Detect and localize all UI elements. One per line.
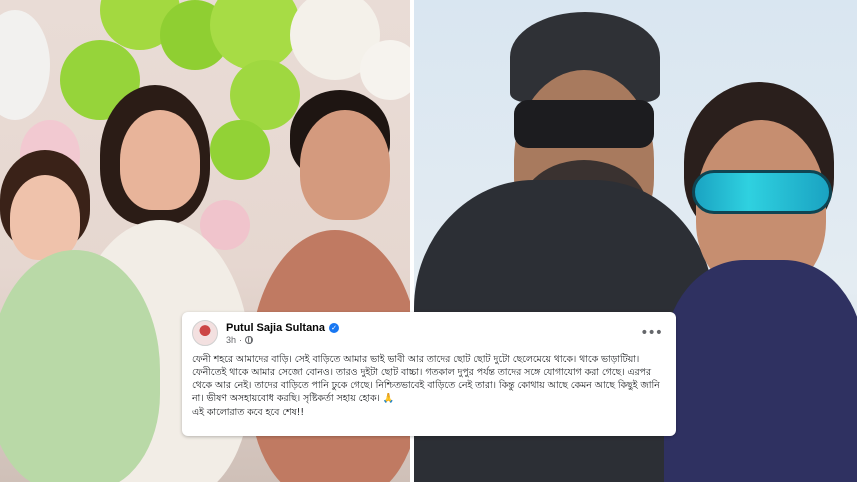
man-sunglasses [514, 100, 654, 148]
more-options-icon[interactable]: ••• [636, 326, 666, 340]
author-name[interactable]: Putul Sajia Sultana [226, 322, 325, 334]
child-hoodie [664, 260, 857, 482]
verified-badge-icon: ✓ [329, 322, 340, 333]
balloon-white [0, 10, 50, 120]
post-meta: 3h · [226, 335, 636, 345]
meta-separator: · [239, 334, 243, 345]
author-block: Putul Sajia Sultana ✓ 3h · [226, 322, 636, 345]
child-mirror-sunglasses [692, 170, 832, 214]
woman-face [120, 110, 200, 210]
balloon-green [210, 0, 300, 70]
balloon-green [210, 120, 270, 180]
post-paragraph: ফেনী শহরে আমাদের বাড়ি। সেই বাড়িতে আমার… [192, 354, 660, 404]
child-face [10, 175, 80, 260]
avatar[interactable] [192, 320, 218, 346]
post-paragraph: এই কালোরাত কবে হবে শেষ!! [192, 407, 305, 418]
composite-image: Putul Sajia Sultana ✓ 3h · ••• ফেনী শহরে… [0, 0, 857, 482]
post-body: ফেনী শহরে আমাদের বাড়ি। সেই বাড়িতে আমার… [192, 353, 666, 419]
balloon-white [360, 40, 410, 100]
older-woman-face [300, 110, 390, 220]
globe-icon [245, 335, 254, 344]
author-row: Putul Sajia Sultana ✓ [226, 322, 636, 334]
post-header: Putul Sajia Sultana ✓ 3h · ••• [192, 319, 666, 347]
post-timestamp[interactable]: 3h [226, 335, 236, 345]
facebook-post-card: Putul Sajia Sultana ✓ 3h · ••• ফেনী শহরে… [182, 312, 676, 436]
